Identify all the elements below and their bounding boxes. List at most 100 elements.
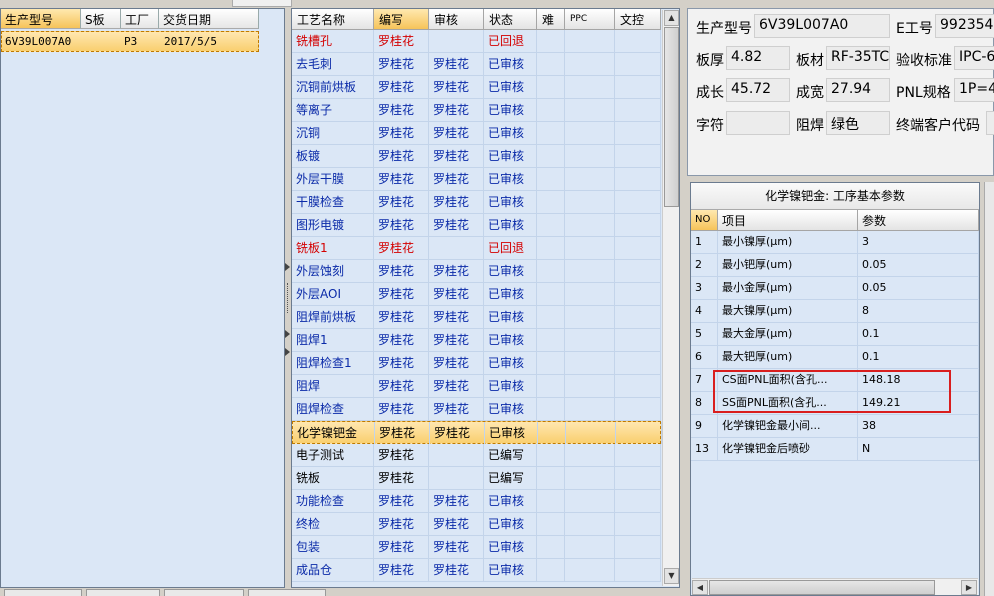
scroll-left-icon[interactable]: ◀ <box>692 580 708 595</box>
column-header-reviewer[interactable]: 审核 <box>429 9 484 30</box>
process-doc-control <box>615 237 661 259</box>
column-header-s-board[interactable]: S板 <box>81 9 121 29</box>
process-row[interactable]: 阻焊前烘板 罗桂花 罗桂花 已审核 <box>292 306 661 329</box>
parameter-row[interactable]: 5 最大金厚(μm) 0.1 <box>691 323 979 346</box>
process-row[interactable]: 图形电镀 罗桂花 罗桂花 已审核 <box>292 214 661 237</box>
process-difficulty <box>537 191 565 213</box>
process-status: 已审核 <box>484 283 537 305</box>
process-row[interactable]: 阻焊 罗桂花 罗桂花 已审核 <box>292 375 661 398</box>
process-author: 罗桂花 <box>374 260 429 282</box>
column-header-due-date[interactable]: 交货日期 <box>159 9 259 29</box>
process-row[interactable]: 铣板 罗桂花 已编写 <box>292 467 661 490</box>
column-header-value[interactable]: 参数 <box>858 210 979 231</box>
bottom-tab[interactable] <box>248 589 326 596</box>
process-reviewer: 罗桂花 <box>429 306 484 328</box>
parameter-row[interactable]: 3 最小金厚(μm) 0.05 <box>691 277 979 300</box>
column-header-author[interactable]: 编写 <box>374 9 429 30</box>
legend-field[interactable] <box>726 111 790 135</box>
pnl-spec-field[interactable]: 1P=4 <box>954 78 994 102</box>
process-vertical-scrollbar[interactable]: ▲ ▼ <box>662 10 679 586</box>
column-header-factory[interactable]: 工厂 <box>121 9 159 29</box>
process-reviewer <box>429 467 484 489</box>
process-name: 沉铜 <box>292 122 374 144</box>
parameter-row[interactable]: 2 最小钯厚(um) 0.05 <box>691 254 979 277</box>
column-header-doc-control[interactable]: 文控 <box>615 9 661 30</box>
process-row[interactable]: 外层蚀刻 罗桂花 罗桂花 已审核 <box>292 260 661 283</box>
process-reviewer: 罗桂花 <box>429 490 484 512</box>
bottom-tab[interactable] <box>164 589 244 596</box>
column-header-item[interactable]: 项目 <box>718 210 858 231</box>
process-ppc <box>565 76 615 98</box>
column-header-ppc[interactable]: PPC <box>565 9 615 30</box>
parameter-row[interactable]: 13 化学镍钯金后喷砂 N <box>691 438 979 461</box>
scroll-up-icon[interactable]: ▲ <box>664 10 679 26</box>
parameter-row[interactable]: 1 最小镍厚(μm) 3 <box>691 231 979 254</box>
model-field[interactable]: 6V39L007A0 <box>754 14 890 38</box>
column-header-no[interactable]: NO <box>691 210 718 231</box>
parameter-row[interactable]: 9 化学镍钯金最小间... 38 <box>691 415 979 438</box>
scroll-down-icon[interactable]: ▼ <box>664 568 679 584</box>
width-field[interactable]: 27.94 <box>826 78 890 102</box>
process-row[interactable]: 去毛刺 罗桂花 罗桂花 已审核 <box>292 53 661 76</box>
process-reviewer: 罗桂花 <box>430 422 485 444</box>
process-row[interactable]: 铣槽孔 罗桂花 已回退 <box>292 30 661 53</box>
parameter-row[interactable]: 6 最大钯厚(um) 0.1 <box>691 346 979 369</box>
process-author: 罗桂花 <box>374 76 429 98</box>
order-row[interactable]: 6V39L007A0 P3 2017/5/5 <box>1 31 259 52</box>
param-value: 0.1 <box>858 323 979 345</box>
process-difficulty <box>537 490 565 512</box>
process-row[interactable]: 阻焊检查 罗桂花 罗桂花 已审核 <box>292 398 661 421</box>
eng-number-field[interactable]: 992354 <box>935 14 994 38</box>
process-doc-control <box>615 76 661 98</box>
scrollbar-thumb[interactable] <box>709 580 935 595</box>
process-author: 罗桂花 <box>374 306 429 328</box>
process-ppc <box>565 306 615 328</box>
process-row[interactable]: 包装 罗桂花 罗桂花 已审核 <box>292 536 661 559</box>
parameter-horizontal-scrollbar[interactable]: ◀ ▶ <box>692 578 978 595</box>
process-author: 罗桂花 <box>374 513 429 535</box>
scroll-right-icon[interactable]: ▶ <box>961 580 977 595</box>
model-label: 生产型号 <box>696 21 752 37</box>
process-row[interactable]: 铣板1 罗桂花 已回退 <box>292 237 661 260</box>
material-field[interactable]: RF-35TC <box>826 46 890 70</box>
process-row[interactable]: 功能检查 罗桂花 罗桂花 已审核 <box>292 490 661 513</box>
solder-mask-field[interactable]: 绿色 <box>826 111 890 135</box>
process-row[interactable]: 等离子 罗桂花 罗桂花 已审核 <box>292 99 661 122</box>
scrollbar-thumb[interactable] <box>664 27 679 207</box>
process-difficulty <box>537 398 565 420</box>
process-row[interactable]: 沉铜前烘板 罗桂花 罗桂花 已审核 <box>292 76 661 99</box>
top-tab[interactable] <box>232 0 292 7</box>
process-row[interactable]: 外层干膜 罗桂花 罗桂花 已审核 <box>292 168 661 191</box>
column-header-difficulty[interactable]: 难 <box>537 9 565 30</box>
process-row[interactable]: 板镀 罗桂花 罗桂花 已审核 <box>292 145 661 168</box>
customer-code-field[interactable] <box>986 111 994 135</box>
standard-label: 验收标准 <box>896 53 952 69</box>
process-ppc <box>565 467 615 489</box>
process-doc-control <box>615 260 661 282</box>
process-status: 已审核 <box>484 352 537 374</box>
param-value: 0.05 <box>858 277 979 299</box>
bottom-tab[interactable] <box>4 589 82 596</box>
process-row[interactable]: 外层AOI 罗桂花 罗桂花 已审核 <box>292 283 661 306</box>
process-row[interactable]: 终检 罗桂花 罗桂花 已审核 <box>292 513 661 536</box>
process-row[interactable]: 化学镍钯金 罗桂花 罗桂花 已审核 <box>292 421 662 444</box>
process-row[interactable]: 阻焊1 罗桂花 罗桂花 已审核 <box>292 329 661 352</box>
bottom-tab[interactable] <box>86 589 160 596</box>
process-row[interactable]: 沉铜 罗桂花 罗桂花 已审核 <box>292 122 661 145</box>
process-ppc <box>565 145 615 167</box>
process-doc-control <box>615 122 661 144</box>
material-label: 板材 <box>796 53 824 69</box>
parameter-row[interactable]: 4 最大镍厚(μm) 8 <box>691 300 979 323</box>
process-row[interactable]: 阻焊检查1 罗桂花 罗桂花 已审核 <box>292 352 661 375</box>
process-row[interactable]: 成品仓 罗桂花 罗桂花 已审核 <box>292 559 661 582</box>
param-value: 0.05 <box>858 254 979 276</box>
process-row[interactable]: 干膜检查 罗桂花 罗桂花 已审核 <box>292 191 661 214</box>
process-row[interactable]: 电子测试 罗桂花 已编写 <box>292 444 661 467</box>
thickness-field[interactable]: 4.82 <box>726 46 790 70</box>
column-header-model[interactable]: 生产型号 <box>1 9 81 29</box>
process-doc-control <box>615 191 661 213</box>
column-header-process-name[interactable]: 工艺名称 <box>292 9 374 30</box>
standard-field[interactable]: IPC-6 <box>954 46 994 70</box>
length-field[interactable]: 45.72 <box>726 78 790 102</box>
column-header-status[interactable]: 状态 <box>484 9 537 30</box>
